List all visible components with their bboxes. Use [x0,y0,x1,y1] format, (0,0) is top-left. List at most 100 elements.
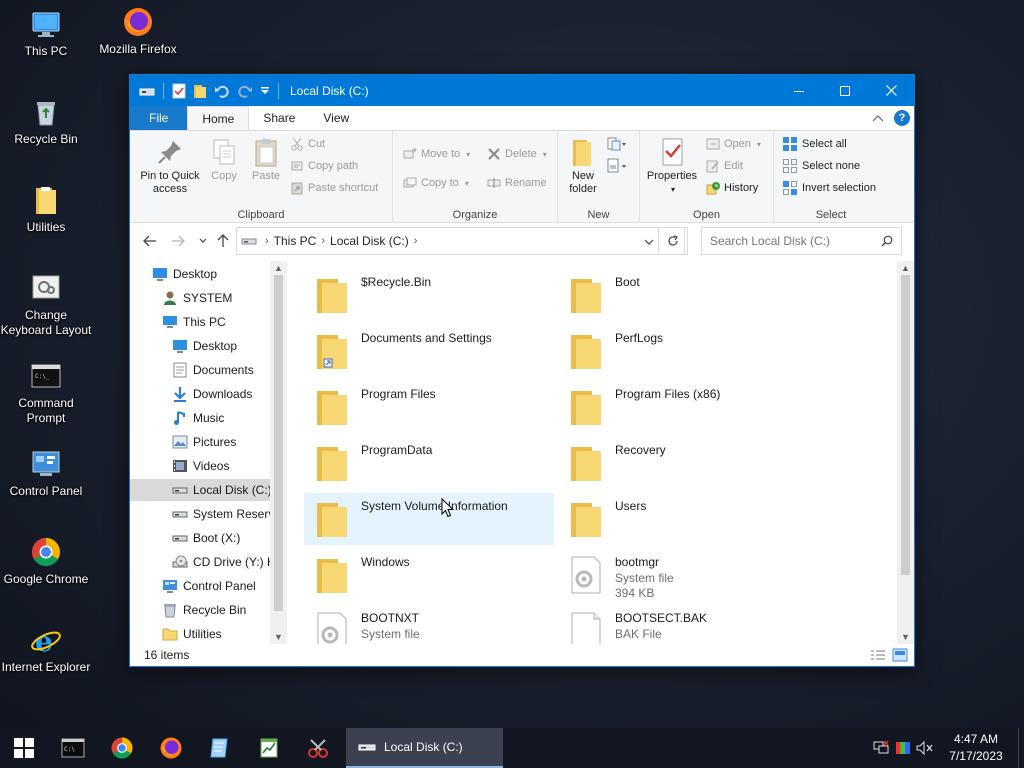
tree-item-local-disk[interactable]: Local Disk (C:) [130,479,272,501]
file-item[interactable]: $Recycle.Bin [304,269,554,321]
taskbar-spreadsheet[interactable] [244,728,293,768]
file-item[interactable]: BOOTNXT System file [304,605,554,644]
copy-to-button[interactable]: Copy to ▾ [403,174,469,192]
copy-path-button[interactable]: Copy path [290,157,358,175]
scroll-down-arrow[interactable]: ▼ [270,630,287,644]
new-item-button[interactable] [607,135,627,153]
desktop-icon-keyboard-layout[interactable]: Change Keyboard Layout [0,272,92,338]
easy-access-button[interactable] [607,157,627,175]
tree-item-boot-x[interactable]: Boot (X:) [130,527,270,549]
file-item[interactable]: Program Files (x86) [558,381,808,433]
history-button[interactable]: History [706,179,758,197]
file-item[interactable]: Recovery [558,437,808,489]
paste-shortcut-button[interactable]: Paste shortcut [290,179,378,197]
desktop-icon-internet-explorer[interactable]: e Internet Explorer [0,624,92,675]
copy-button[interactable]: Copy [206,136,242,183]
maximize-button[interactable] [822,75,868,106]
tree-item-system[interactable]: SYSTEM [130,287,270,309]
desktop-icon-this-pc[interactable]: This PC [0,8,92,59]
clock[interactable]: 4:47 AM 7/17/2023 [936,731,1016,765]
tree-item-videos[interactable]: Videos [130,455,270,477]
navigation-scrollbar[interactable]: ▲ ▼ [270,261,287,644]
file-item[interactable]: BOOTSECT.BAK BAK File [558,605,808,644]
cut-button[interactable]: Cut [290,135,325,153]
tree-item-downloads[interactable]: Downloads [130,383,270,405]
breadcrumb-this-pc[interactable]: This PC [274,234,317,248]
tree-item-control-panel[interactable]: Control Panel [130,575,270,597]
move-to-button[interactable]: Move to ▾ [403,145,470,163]
edit-button[interactable]: Edit [706,157,743,175]
undo-icon[interactable] [214,83,230,99]
file-item[interactable]: ProgramData [304,437,554,489]
taskbar-snipping-tool[interactable] [293,728,342,768]
file-item[interactable]: Documents and Settings [304,325,554,377]
tray-volume[interactable] [914,728,936,768]
select-none-button[interactable]: Select none [782,157,860,175]
tree-item-this-pc[interactable]: This PC [130,311,270,333]
file-item[interactable]: bootmgr System file 394 KB [558,549,808,601]
address-history-icon[interactable] [644,238,654,246]
delete-button[interactable]: Delete ▾ [487,145,547,163]
pin-to-quick-access-button[interactable]: Pin to Quick access [136,136,204,196]
tab-view[interactable]: View [309,106,363,130]
scroll-down-arrow[interactable]: ▼ [897,630,914,644]
scrollbar-thumb[interactable] [274,275,283,611]
open-button[interactable]: Open ▾ [706,135,761,153]
file-item[interactable]: System Volume Information [304,493,554,545]
file-item[interactable]: Boot [558,269,808,321]
paste-button[interactable]: Paste [246,136,286,183]
taskbar-notepad[interactable] [195,728,244,768]
desktop-icon-firefox[interactable]: Mozilla Firefox [92,6,184,57]
new-folder-button[interactable]: New folder [564,136,602,196]
tree-item-cd-drive[interactable]: CD Drive (Y:) H [130,551,276,573]
taskbar-explorer-window[interactable]: Local Disk (C:) [346,728,503,768]
recent-locations-button[interactable] [195,233,211,249]
tray-display[interactable] [892,728,914,768]
tray-network[interactable] [870,728,892,768]
desktop-icon-command-prompt[interactable]: C:\_ Command Prompt [0,360,92,426]
close-button[interactable] [868,75,914,106]
start-button[interactable] [0,728,48,768]
desktop-icon-control-panel[interactable]: Control Panel [0,448,92,499]
scrollbar-thumb[interactable] [901,275,910,575]
tab-home[interactable]: Home [187,106,250,130]
new-folder-icon[interactable] [193,83,207,99]
title-bar[interactable]: Local Disk (C:) [130,75,914,106]
details-view-icon[interactable] [870,648,886,662]
desktop-icon-chrome[interactable]: Google Chrome [0,536,92,587]
help-button[interactable]: ? [894,110,910,126]
redo-icon[interactable] [237,83,253,99]
file-item[interactable]: Users [558,493,808,545]
tree-item-music[interactable]: Music [130,407,270,429]
taskbar-firefox[interactable] [146,728,195,768]
rename-button[interactable]: Rename [487,174,547,192]
back-button[interactable] [142,233,158,249]
tree-item-system-reserved[interactable]: System Reserve [130,503,281,525]
taskbar-command-prompt[interactable]: C:\ [48,728,97,768]
file-item[interactable]: PerfLogs [558,325,808,377]
file-item[interactable]: Program Files [304,381,554,433]
tree-item-utilities[interactable]: Utilities [130,623,270,644]
select-all-button[interactable]: Select all [782,135,847,153]
refresh-button[interactable] [658,227,688,255]
customize-toolbar-icon[interactable] [260,86,270,96]
content-scrollbar[interactable]: ▲ ▼ [897,261,914,644]
taskbar-chrome[interactable] [97,728,146,768]
minimize-button[interactable] [776,75,822,106]
tree-item-recycle-bin[interactable]: Recycle Bin [130,599,270,621]
desktop-icon-utilities[interactable]: Utilities [0,184,92,235]
collapse-ribbon-icon[interactable] [872,114,884,122]
scroll-up-arrow[interactable]: ▲ [897,261,914,275]
properties-icon[interactable] [172,83,186,99]
show-desktop-button[interactable] [1018,728,1024,768]
search-box[interactable] [701,227,902,255]
search-input[interactable] [710,234,881,248]
address-bar[interactable]: › This PC › Local Disk (C:) › [236,227,685,255]
tree-item-desktop[interactable]: Desktop [130,335,270,357]
large-icons-view-icon[interactable] [892,648,908,662]
up-button[interactable] [215,233,231,249]
tab-file[interactable]: File [130,106,188,130]
tree-item-pictures[interactable]: Pictures [130,431,270,453]
forward-button[interactable] [170,233,186,249]
tree-item-documents[interactable]: Documents [130,359,270,381]
